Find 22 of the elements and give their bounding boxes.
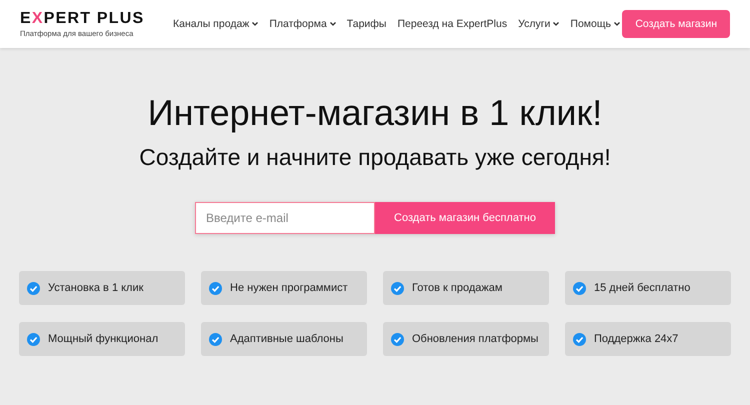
feature-label: Готов к продажам xyxy=(412,282,502,294)
feature-label: Обновления платформы xyxy=(412,333,538,345)
feature-label: Мощный функционал xyxy=(48,333,158,345)
hero-title: Интернет-магазин в 1 клик! xyxy=(148,92,602,134)
logo-text[interactable]: EXPERT PLUS xyxy=(20,10,144,28)
nav-link[interactable]: Платформа xyxy=(269,18,336,30)
feature-label: Адаптивные шаблоны xyxy=(230,333,344,345)
nav-link[interactable]: Помощь xyxy=(570,18,620,30)
caret-icon xyxy=(553,22,560,26)
feature-label: 15 дней бесплатно xyxy=(594,282,690,294)
feature-label: Не нужен программист xyxy=(230,282,348,294)
caret-icon xyxy=(330,22,336,26)
nav-link[interactable]: Тарифы xyxy=(346,18,386,30)
nav-link[interactable]: Каналы продаж xyxy=(173,18,258,30)
caret-icon xyxy=(252,22,258,26)
feature-label: Установка в 1 клик xyxy=(48,282,144,294)
hero-subtitle: Создайте и начните продавать уже сегодня! xyxy=(139,144,611,171)
caret-icon xyxy=(614,22,620,26)
feature-label: Поддержка 24x7 xyxy=(594,333,678,345)
nav-link[interactable]: Переезд на ExpertPlus xyxy=(397,18,508,30)
nav-link[interactable]: Услуги xyxy=(518,18,560,30)
email-field[interactable]: Введите e-mail xyxy=(195,202,375,234)
